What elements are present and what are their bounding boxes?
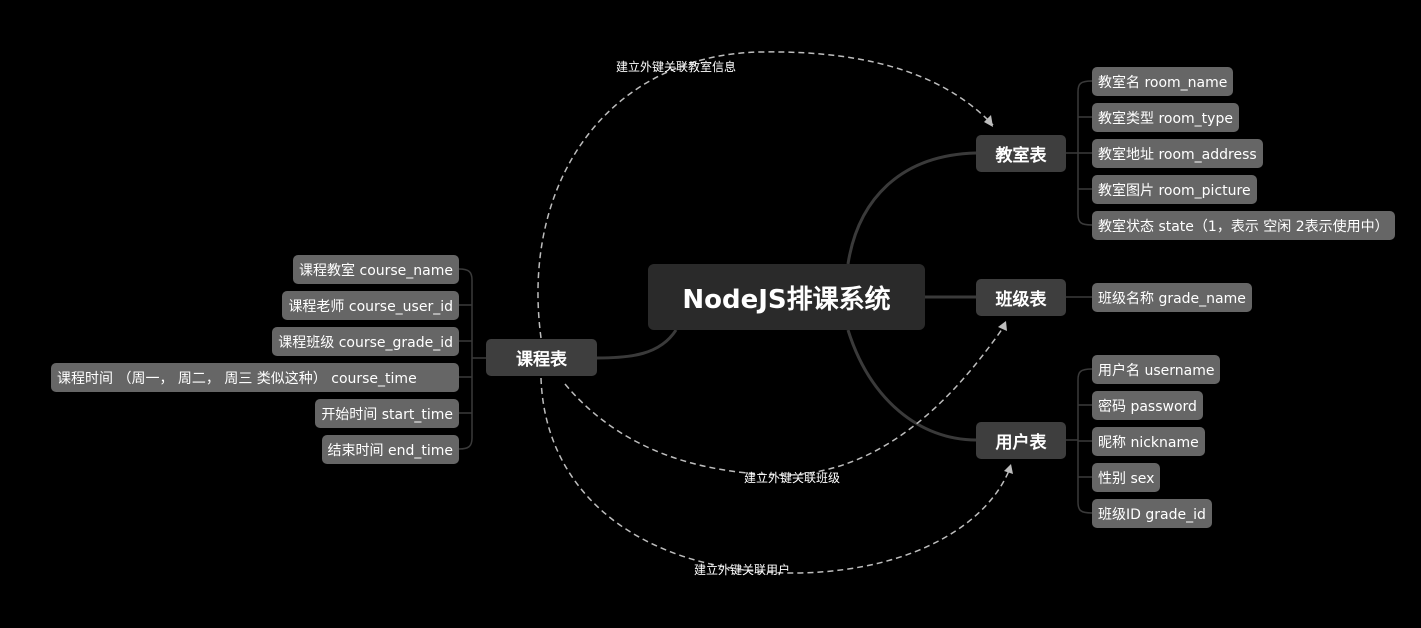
user-field-nickname[interactable]: 昵称 nickname <box>1092 427 1205 456</box>
room-field-state[interactable]: 教室状态 state（1，表示 空闲 2表示使用中） <box>1092 211 1395 240</box>
room-field-room-picture[interactable]: 教室图片 room_picture <box>1092 175 1257 204</box>
course-field-course-name[interactable]: 课程教室 course_name <box>293 255 459 284</box>
relation-grade-label: 建立外键关联班级 <box>744 471 841 485</box>
grade-table-node[interactable]: 班级表 <box>976 279 1066 316</box>
relation-grade-arrow <box>998 321 1007 331</box>
bracket-room <box>1066 80 1093 226</box>
user-field-username[interactable]: 用户名 username <box>1092 355 1221 384</box>
user-field-sex[interactable]: 性别 sex <box>1092 463 1161 492</box>
room-field-room-type[interactable]: 教室类型 room_type <box>1092 103 1239 132</box>
root-node[interactable]: NodeJS排课系统 <box>648 264 925 330</box>
bracket-course <box>458 268 486 450</box>
course-table-node[interactable]: 课程表 <box>486 339 597 376</box>
course-field-end-time[interactable]: 结束时间 end_time <box>321 435 459 464</box>
relation-user-label: 建立外键关联用户 <box>694 563 791 577</box>
link-root-room <box>846 151 977 265</box>
link-root-course <box>596 329 678 360</box>
relation-user-arrow <box>1004 464 1013 474</box>
relation-room-label: 建立外键关联教室信息 <box>616 60 737 74</box>
user-table-node[interactable]: 用户表 <box>976 422 1066 459</box>
user-field-grade-id[interactable]: 班级ID grade_id <box>1092 499 1212 528</box>
course-field-course-grade-id[interactable]: 课程班级 course_grade_id <box>272 327 459 356</box>
bracket-user <box>1066 368 1093 514</box>
relation-grade-curve <box>564 324 1006 476</box>
course-field-course-user-id[interactable]: 课程老师 course_user_id <box>282 291 459 320</box>
course-field-start-time[interactable]: 开始时间 start_time <box>315 399 459 428</box>
user-field-password[interactable]: 密码 password <box>1092 391 1203 420</box>
grade-field-grade-name[interactable]: 班级名称 grade_name <box>1092 283 1252 312</box>
room-field-room-name[interactable]: 教室名 room_name <box>1092 67 1234 96</box>
room-table-node[interactable]: 教室表 <box>976 135 1066 172</box>
room-field-room-address[interactable]: 教室地址 room_address <box>1092 139 1263 168</box>
course-field-course-time[interactable]: 课程时间 （周一， 周二， 周三 类似这种） course_time <box>51 363 459 392</box>
